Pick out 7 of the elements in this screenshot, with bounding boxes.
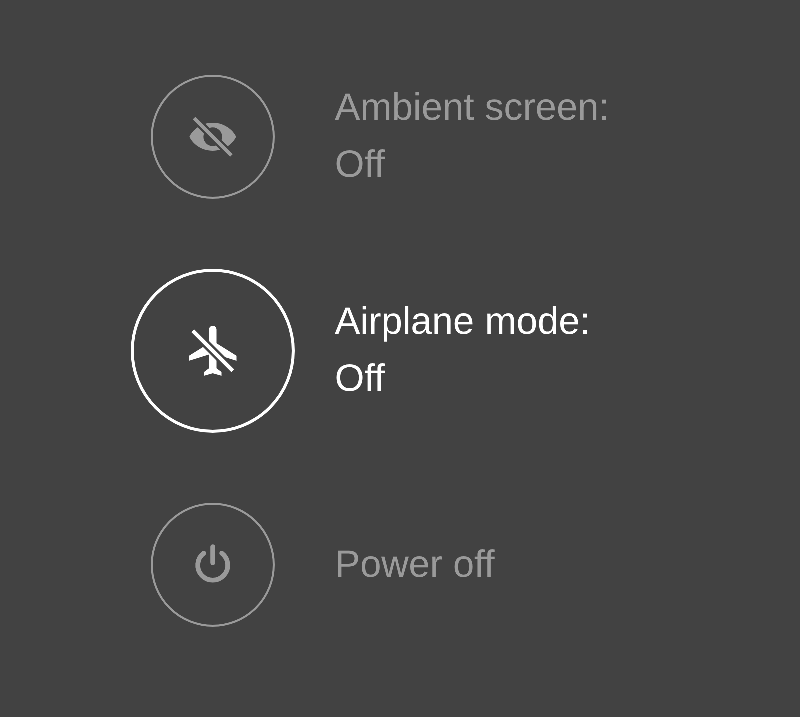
- toggle-button[interactable]: [151, 503, 275, 627]
- option-status: Off: [335, 357, 386, 402]
- option-label: Power off: [335, 542, 495, 588]
- toggle-button[interactable]: [151, 75, 275, 199]
- option-status: Off: [335, 143, 386, 188]
- option-label: Ambient screen:: [335, 86, 610, 131]
- option-label: Airplane mode:: [335, 300, 591, 345]
